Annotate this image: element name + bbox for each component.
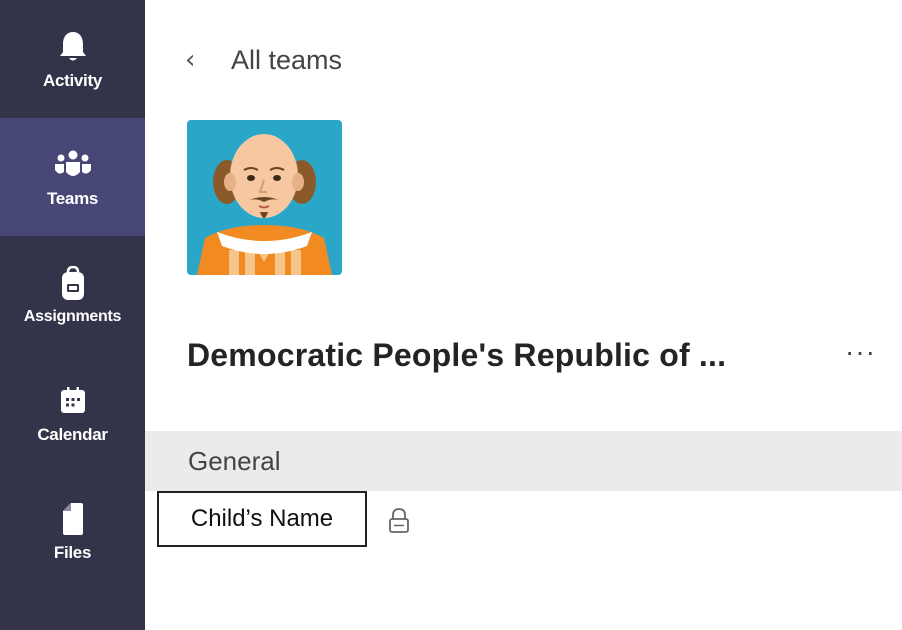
teams-icon xyxy=(53,145,93,185)
chevron-left-icon: ‹ xyxy=(185,45,196,75)
rail-item-activity[interactable]: Activity xyxy=(0,0,145,118)
channel-item-general[interactable]: General xyxy=(145,431,902,491)
channel-label-general: General xyxy=(188,445,281,476)
team-title: Democratic People's Republic of ... xyxy=(187,336,727,373)
rail-label-activity: Activity xyxy=(42,71,102,90)
bell-icon xyxy=(53,27,93,67)
more-options-button[interactable]: ··· xyxy=(845,336,876,368)
backpack-icon xyxy=(53,264,93,304)
back-label: All teams xyxy=(231,44,343,75)
file-icon xyxy=(53,499,93,539)
team-title-row: Democratic People's Republic of ... xyxy=(187,330,726,380)
rail-label-calendar: Calendar xyxy=(37,425,108,444)
rail-item-assignments[interactable]: Assignments xyxy=(0,236,145,354)
shakespeare-avatar-icon xyxy=(187,120,342,275)
channel-label-private: Child’s Name xyxy=(190,505,334,532)
rail-item-calendar[interactable]: Calendar xyxy=(0,354,145,472)
channel-item-private[interactable]: Child’s Name xyxy=(157,491,367,547)
team-avatar[interactable] xyxy=(187,120,342,275)
calendar-icon xyxy=(53,381,93,421)
rail-label-files: Files xyxy=(53,543,92,562)
app-rail: Activity Teams Assignments Calendar File… xyxy=(0,0,145,630)
rail-label-assignments: Assignments xyxy=(23,308,122,325)
rail-label-teams: Teams xyxy=(46,189,99,208)
team-pane: ‹ All teams Democratic People's Republic… xyxy=(145,0,902,630)
lock-icon xyxy=(389,508,409,533)
rail-item-teams[interactable]: Teams xyxy=(0,118,145,236)
back-to-all-teams[interactable]: ‹ All teams xyxy=(185,40,342,80)
rail-item-files[interactable]: Files xyxy=(0,472,145,590)
